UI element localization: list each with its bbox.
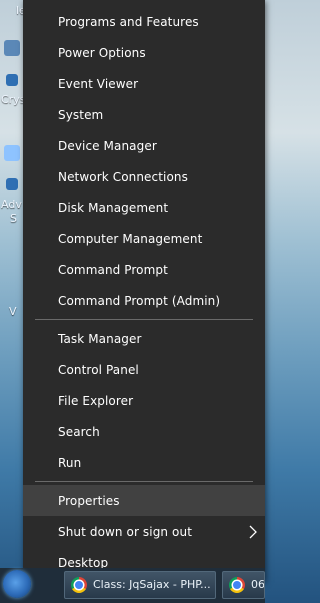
desktop-folder-icon[interactable]: [4, 145, 20, 161]
chrome-icon: [71, 577, 87, 593]
menu-item-control-panel[interactable]: Control Panel: [23, 354, 265, 385]
menu-item-task-manager[interactable]: Task Manager: [23, 323, 265, 354]
desktop-label: V: [9, 305, 17, 318]
menu-item-label: Control Panel: [58, 362, 139, 377]
menu-item-label: Programs and Features: [58, 14, 199, 29]
desktop-label[interactable]: Adv: [1, 198, 22, 211]
taskbar-button-label: 06: [251, 578, 265, 591]
menu-item-run[interactable]: Run: [23, 447, 265, 478]
menu-item-label: Disk Management: [58, 200, 169, 215]
menu-item-label: File Explorer: [58, 393, 134, 408]
taskbar-chrome-window-button[interactable]: Class: JqSajax - PHP...: [64, 571, 216, 599]
menu-item-label: Command Prompt (Admin): [58, 293, 221, 308]
desktop-file-icon[interactable]: [4, 40, 20, 56]
chevron-right-icon: [249, 525, 257, 538]
menu-item-label: Shut down or sign out: [58, 524, 193, 539]
menu-item-label: Task Manager: [58, 331, 142, 346]
menu-item-network-connections[interactable]: Network Connections: [23, 161, 265, 192]
menu-item-power-options[interactable]: Power Options: [23, 37, 265, 68]
menu-item-label: System: [58, 107, 104, 122]
shortcut-icon: [6, 74, 18, 86]
menu-item-properties[interactable]: Properties: [23, 485, 265, 516]
menu-item-label: Command Prompt: [58, 262, 168, 277]
menu-item-programs-and-features[interactable]: Programs and Features: [23, 6, 265, 37]
menu-separator: [35, 319, 253, 320]
taskbar: Class: JqSajax - PHP... 06: [0, 568, 265, 603]
desktop-label: S: [10, 212, 17, 225]
menu-separator: [35, 481, 253, 482]
taskbar-button-label: Class: JqSajax - PHP...: [93, 578, 211, 591]
menu-item-search[interactable]: Search: [23, 416, 265, 447]
menu-item-label: Network Connections: [58, 169, 188, 184]
menu-item-label: Event Viewer: [58, 76, 139, 91]
chrome-icon: [229, 577, 245, 593]
menu-item-disk-management[interactable]: Disk Management: [23, 192, 265, 223]
menu-item-label: Device Manager: [58, 138, 157, 153]
winx-context-menu: Programs and Features Power Options Even…: [23, 0, 265, 582]
menu-item-event-viewer[interactable]: Event Viewer: [23, 68, 265, 99]
menu-item-device-manager[interactable]: Device Manager: [23, 130, 265, 161]
menu-item-command-prompt-admin[interactable]: Command Prompt (Admin): [23, 285, 265, 316]
start-button[interactable]: [3, 570, 31, 598]
menu-item-label: Run: [58, 455, 82, 470]
shortcut-icon: [6, 178, 18, 190]
menu-item-label: Properties: [58, 493, 120, 508]
menu-item-label: Power Options: [58, 45, 146, 60]
menu-item-label: Search: [58, 424, 100, 439]
menu-item-computer-management[interactable]: Computer Management: [23, 223, 265, 254]
menu-item-shut-down-or-sign-out[interactable]: Shut down or sign out: [23, 516, 265, 547]
menu-item-label: Computer Management: [58, 231, 203, 246]
desktop-label[interactable]: Crys: [1, 93, 25, 106]
menu-item-file-explorer[interactable]: File Explorer: [23, 385, 265, 416]
taskbar-chrome-window-button-2[interactable]: 06: [222, 571, 265, 599]
menu-item-command-prompt[interactable]: Command Prompt: [23, 254, 265, 285]
menu-item-system[interactable]: System: [23, 99, 265, 130]
